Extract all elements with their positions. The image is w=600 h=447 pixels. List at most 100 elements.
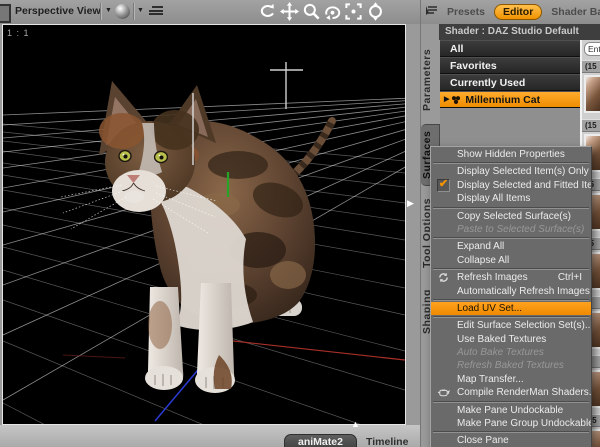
menu-gutter [434,223,453,236]
menu-gutter [434,165,453,178]
menu-gutter [434,210,453,223]
menu-item-edit-surface-selection-set-s[interactable]: Edit Surface Selection Set(s)... [431,319,591,332]
menu-gutter [434,302,453,315]
aspect-frame-icon[interactable] [149,6,163,17]
menu-gutter [434,148,453,161]
view-selector-caret-icon[interactable]: ▼ [105,7,112,14]
menu-item-label: Paste to Selected Surface(s) [457,223,585,235]
checkbox: ✔ [437,178,450,192]
menu-item-label: Display Selected Item(s) Only [457,166,589,178]
category-currently-used[interactable]: Currently Used [440,74,580,91]
menu-item-label: Map Transfer... [457,373,524,385]
menu-item-map-transfer[interactable]: Map Transfer... [431,373,591,386]
category-label: Millennium Cat [465,93,541,106]
menu-gutter [434,417,453,430]
category-favorites[interactable]: Favorites [440,57,580,74]
pane-collapse-up-icon[interactable]: ▲ [351,419,360,429]
thumbnail-caption: (15 [582,119,600,132]
refresh-icon [434,271,453,284]
menu-gutter [434,192,453,205]
menu-item-make-pane-group-undockable[interactable]: Make Pane Group Undockable [431,417,591,430]
menu-item-load-uv-set[interactable]: Load UV Set... [431,301,591,316]
menu-item-label: Copy Selected Surface(s) [457,210,571,222]
menu-gutter [434,319,453,332]
category-all[interactable]: All [440,40,580,57]
menu-item-use-baked-textures[interactable]: Use Baked Textures [431,333,591,346]
thumbnail-caption: (15 [582,60,600,73]
viewport-canvas[interactable]: 1 : 1 [2,24,406,425]
menu-gutter [434,254,453,267]
menu-item-label: Expand All [457,241,505,253]
side-tab-parameters[interactable]: Parameters [421,43,439,117]
tab-animate2[interactable]: aniMate2 [284,434,357,447]
menu-gutter [434,404,453,417]
context-menu: Show Hidden Properties Display Selected I… [430,146,592,447]
menu-item-label: Refresh Baked Textures [457,360,564,372]
tab-presets[interactable]: Presets [447,6,485,18]
zoom-icon[interactable] [302,2,321,21]
pan-icon[interactable] [280,2,299,21]
menu-item-label: Display All Items [457,193,531,205]
menu-item-make-pane-undockable[interactable]: Make Pane Undockable [431,404,591,417]
menu-gutter [434,240,453,253]
menu-item-expand-all[interactable]: Expand All [431,240,591,253]
expand-arrow-icon[interactable]: ▶ [444,92,449,108]
menu-item-label: Compile RenderMan Shaders... [457,387,591,399]
pane-header-tabs: Presets Editor Shader Baker [447,3,600,21]
cat-model[interactable] [60,81,336,393]
menu-item-display-selected-item-s-only[interactable]: Display Selected Item(s) Only [431,165,591,178]
shader-set-icon [451,95,461,105]
category-millennium-cat[interactable]: ▶ Millennium Cat [440,91,580,108]
menu-item-refresh-baked-textures: Refresh Baked Textures [431,359,591,372]
menu-item-label: Show Hidden Properties [457,149,565,160]
menu-gutter [434,359,453,372]
menu-item-display-all-items[interactable]: Display All Items [431,192,591,205]
tab-editor[interactable]: Editor [493,4,543,20]
menu-item-auto-bake-textures: Auto Bake Textures [431,346,591,359]
drawstyle-caret-icon[interactable]: ▼ [137,7,144,14]
renderman-icon [434,386,453,399]
checkmark-icon: ✔ [434,178,453,192]
daz-studio-window: Perspective View ▼ ▼ 1: 1 ▶ ▲ aniMate2 … [0,0,600,447]
menu-item-label: Close Pane [457,435,509,447]
drawstyle-sphere-icon[interactable] [115,4,130,19]
x-axis-red [205,337,405,361]
scene-3d [3,62,405,424]
tab-timeline[interactable]: Timeline [366,436,408,447]
menu-shortcut: Ctrl+I [557,272,582,284]
category-label: Currently Used [450,76,526,89]
menu-item-compile-renderman-shaders[interactable]: Compile RenderMan Shaders... [431,386,591,399]
shader-thumbnail[interactable] [584,75,600,113]
menu-item-label: Use Baked Textures [457,333,547,345]
menu-item-label: Auto Bake Textures [457,347,544,359]
viewport-toolbar: Perspective View ▼ ▼ [0,0,420,24]
view-selector[interactable]: Perspective View [15,5,101,17]
menu-item-automatically-refresh-images[interactable]: Automatically Refresh Images [431,285,591,298]
menu-gutter [434,373,453,386]
menu-item-label: Collapse All [457,254,510,266]
pane-collapse-right-icon[interactable]: ▶ [407,198,414,209]
orbit-rotate-icon[interactable] [257,2,276,21]
tab-shader-baker[interactable]: Shader Baker [551,6,600,18]
orbit-icon[interactable] [323,2,342,21]
menu-item-paste-to-selected-surface-s: Paste to Selected Surface(s) [431,223,591,236]
menu-item-copy-selected-surface-s[interactable]: Copy Selected Surface(s) [431,210,591,223]
menu-item-display-selected-and-fitted-item-s[interactable]: ✔ Display Selected and Fitted Item(s) [431,178,591,192]
pane-options-icon[interactable] [424,4,439,19]
menu-gutter [434,434,453,447]
frame-icon[interactable] [344,2,363,21]
menu-item-collapse-all[interactable]: Collapse All [431,254,591,267]
toolbar-separator [100,3,102,20]
shader-label: Shader : DAZ Studio Default [439,24,600,40]
aspect-ratio-label: 1 : 1 [7,28,30,38]
menu-item-show-hidden-properties[interactable]: Show Hidden Properties [431,148,591,161]
menu-item-close-pane[interactable]: Close Pane [431,434,591,447]
navigate-sphere-icon[interactable] [366,2,385,21]
filter-input[interactable] [584,42,600,56]
menu-item-refresh-images[interactable]: Refresh Images Ctrl+I [431,271,591,284]
window-icon [0,4,11,23]
menu-gutter [434,285,453,298]
menu-item-label: Make Pane Undockable [457,404,564,416]
toolbar-separator [133,3,135,20]
menu-item-label: Display Selected and Fitted Item(s) [457,179,591,191]
